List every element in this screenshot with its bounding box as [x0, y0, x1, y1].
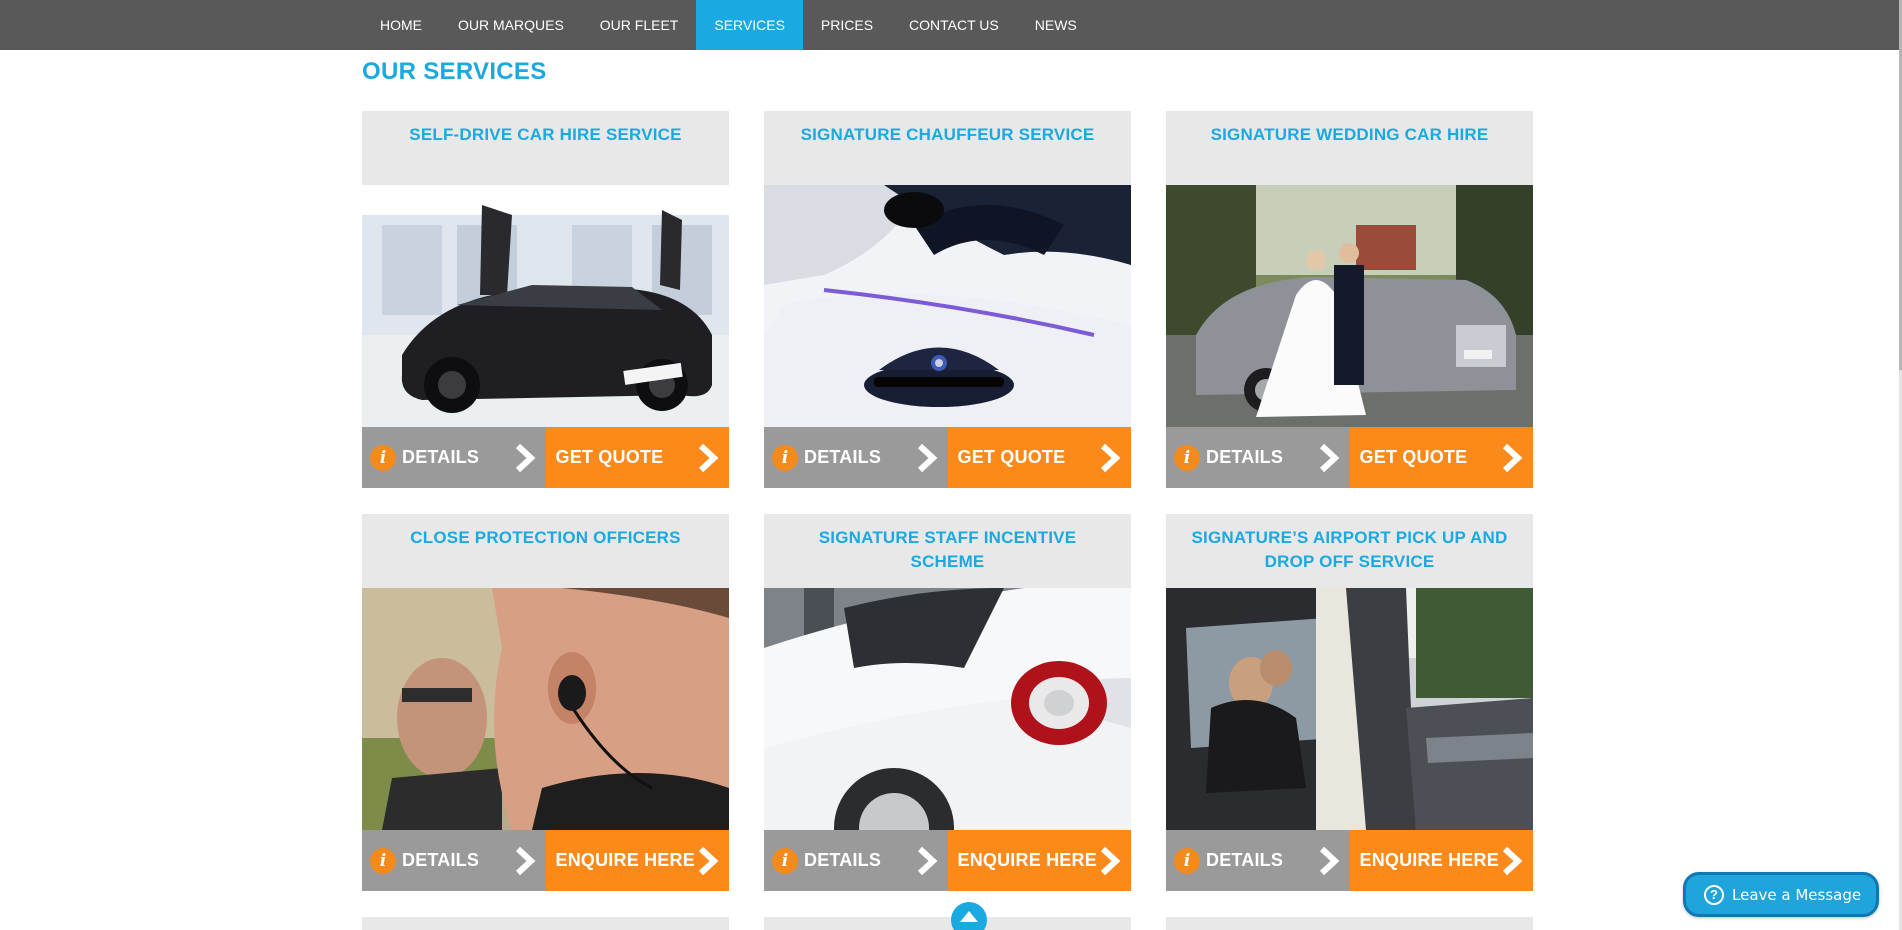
service-card-chauffeur: SIGNATURE CHAUFFEUR SERVICE i DETAILS GE…	[764, 111, 1131, 488]
details-label: DETAILS	[804, 447, 882, 467]
chauffeur-cap-photo	[764, 185, 1131, 427]
leave-message-button[interactable]: ? Leave a Message	[1683, 872, 1879, 917]
service-card-partial	[1166, 917, 1533, 930]
service-card-title[interactable]: SIGNATURE’S AIRPORT PICK UP AND DROP OFF…	[1166, 514, 1533, 588]
service-card-airport: SIGNATURE’S AIRPORT PICK UP AND DROP OFF…	[1166, 514, 1533, 891]
details-label: DETAILS	[402, 447, 480, 467]
service-card-wedding: SIGNATURE WEDDING CAR HIRE i DETAILS GET…	[1166, 111, 1533, 488]
enquire-here-label: ENQUIRE HERE	[1359, 850, 1499, 870]
nav-item-our-fleet[interactable]: OUR FLEET	[582, 0, 697, 50]
info-icon: i	[1174, 444, 1200, 471]
supercar-photo	[362, 185, 729, 427]
service-image-wedding[interactable]	[1166, 185, 1533, 427]
top-navigation: HOME OUR MARQUES OUR FLEET SERVICES PRIC…	[0, 0, 1902, 50]
details-button[interactable]: i DETAILS	[362, 427, 546, 488]
chevron-right-icon	[698, 846, 719, 876]
chevron-right-icon	[698, 443, 719, 473]
service-card-staff-incentive: SIGNATURE STAFF INCENTIVE SCHEME i DETAI…	[764, 514, 1131, 891]
chevron-right-icon	[917, 443, 937, 473]
chevron-right-icon	[515, 846, 535, 876]
service-card-title[interactable]: SELF-DRIVE CAR HIRE SERVICE	[362, 111, 729, 185]
limousine-passenger-photo	[1166, 588, 1533, 830]
enquire-here-button[interactable]: ENQUIRE HERE	[545, 830, 729, 891]
nav-item-contact-us[interactable]: CONTACT US	[891, 0, 1017, 50]
page-title: OUR SERVICES	[362, 58, 547, 85]
chevron-right-icon	[1100, 443, 1121, 473]
info-icon: i	[772, 847, 798, 874]
details-button[interactable]: i DETAILS	[1166, 427, 1350, 488]
details-label: DETAILS	[1206, 850, 1284, 870]
arrow-up-icon	[960, 911, 978, 922]
service-image-chauffeur[interactable]	[764, 185, 1131, 427]
get-quote-label: GET QUOTE	[957, 447, 1066, 467]
service-image-staff-incentive[interactable]	[764, 588, 1131, 830]
nav-item-news[interactable]: NEWS	[1017, 0, 1095, 50]
service-card-actions: i DETAILS ENQUIRE HERE	[1166, 830, 1533, 891]
chevron-right-icon	[1100, 846, 1121, 876]
chevron-right-icon	[515, 443, 535, 473]
question-icon: ?	[1704, 884, 1724, 905]
service-image-supercar[interactable]	[362, 185, 729, 427]
chevron-right-icon	[1319, 846, 1339, 876]
get-quote-button[interactable]: GET QUOTE	[947, 427, 1131, 488]
service-card-actions: i DETAILS ENQUIRE HERE	[362, 830, 729, 891]
service-card-title[interactable]: SIGNATURE STAFF INCENTIVE SCHEME	[764, 514, 1131, 588]
service-card-close-protection: CLOSE PROTECTION OFFICERS i DETAILS ENQU…	[362, 514, 729, 891]
enquire-here-label: ENQUIRE HERE	[957, 850, 1097, 870]
service-card-actions: i DETAILS GET QUOTE	[362, 427, 729, 488]
info-icon: i	[370, 444, 396, 471]
get-quote-button[interactable]: GET QUOTE	[545, 427, 729, 488]
service-card-self-drive: SELF-DRIVE CAR HIRE SERVICE i DETAILS GE…	[362, 111, 729, 488]
info-icon: i	[370, 847, 396, 874]
chevron-right-icon	[1319, 443, 1339, 473]
get-quote-label: GET QUOTE	[1359, 447, 1468, 467]
details-button[interactable]: i DETAILS	[1166, 830, 1350, 891]
details-label: DETAILS	[804, 850, 882, 870]
details-label: DETAILS	[1206, 447, 1284, 467]
leave-message-label: Leave a Message	[1732, 885, 1862, 904]
details-button[interactable]: i DETAILS	[764, 830, 948, 891]
get-quote-label: GET QUOTE	[555, 447, 664, 467]
info-icon: i	[1174, 847, 1200, 874]
service-card-title[interactable]: SIGNATURE CHAUFFEUR SERVICE	[764, 111, 1131, 185]
security-officer-photo	[362, 588, 729, 830]
info-icon: i	[772, 444, 798, 471]
service-card-actions: i DETAILS GET QUOTE	[1166, 427, 1533, 488]
service-image-close-protection[interactable]	[362, 588, 729, 830]
nav-menu: HOME OUR MARQUES OUR FLEET SERVICES PRIC…	[362, 0, 1095, 50]
service-card-partial	[362, 917, 729, 930]
service-card-partial	[764, 917, 1131, 930]
chevron-right-icon	[1502, 846, 1523, 876]
enquire-here-button[interactable]: ENQUIRE HERE	[1349, 830, 1533, 891]
chevron-right-icon	[917, 846, 937, 876]
get-quote-button[interactable]: GET QUOTE	[1349, 427, 1533, 488]
service-image-airport[interactable]	[1166, 588, 1533, 830]
scroll-to-top-button[interactable]	[951, 902, 987, 930]
details-label: DETAILS	[402, 850, 480, 870]
sports-car-photo	[764, 588, 1131, 830]
enquire-here-button[interactable]: ENQUIRE HERE	[947, 830, 1131, 891]
nav-item-prices[interactable]: PRICES	[803, 0, 891, 50]
details-button[interactable]: i DETAILS	[764, 427, 948, 488]
enquire-here-label: ENQUIRE HERE	[555, 850, 695, 870]
details-button[interactable]: i DETAILS	[362, 830, 546, 891]
nav-item-our-marques[interactable]: OUR MARQUES	[440, 0, 582, 50]
service-card-title[interactable]: CLOSE PROTECTION OFFICERS	[362, 514, 729, 588]
nav-item-home[interactable]: HOME	[362, 0, 440, 50]
nav-item-services[interactable]: SERVICES	[696, 0, 803, 50]
service-card-actions: i DETAILS GET QUOTE	[764, 427, 1131, 488]
service-card-title[interactable]: SIGNATURE WEDDING CAR HIRE	[1166, 111, 1533, 185]
wedding-car-photo	[1166, 185, 1533, 427]
chevron-right-icon	[1502, 443, 1523, 473]
service-card-actions: i DETAILS ENQUIRE HERE	[764, 830, 1131, 891]
